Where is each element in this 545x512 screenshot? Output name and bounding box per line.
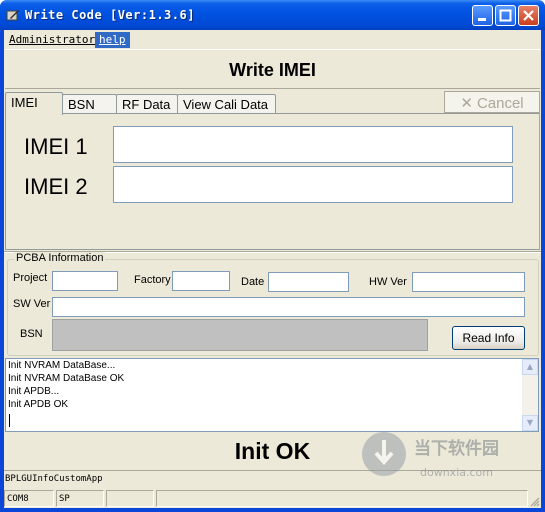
imei2-label: IMEI 2 — [24, 174, 88, 199]
hw-ver-field[interactable] — [412, 272, 525, 292]
close-icon — [523, 10, 534, 21]
log-output[interactable]: Init NVRAM DataBase... Init NVRAM DataBa… — [5, 358, 539, 432]
watermark-text: 当下软件园 — [414, 438, 499, 459]
factory-field[interactable] — [172, 271, 230, 291]
read-info-button[interactable]: Read Info — [452, 326, 525, 350]
pcba-info-group: PCBA Information Project Factory Date HW… — [7, 252, 539, 356]
maximize-button[interactable] — [495, 5, 516, 26]
factory-label: Factory — [134, 274, 171, 286]
imei1-input[interactable] — [113, 126, 513, 163]
cancel-label: Cancel — [476, 95, 524, 112]
page-title: Write IMEI — [229, 60, 316, 80]
app-icon — [6, 10, 19, 21]
scroll-up-arrow[interactable]: ▲ — [522, 359, 538, 375]
window-title: Write Code [Ver:1.3.6] — [25, 8, 195, 22]
status-port: COM8 — [4, 490, 54, 507]
watermark-logo: 当下软件园 downxia.com — [362, 432, 499, 479]
log-line: Init NVRAM DataBase OK — [8, 373, 125, 384]
tab-view-cali-data[interactable]: View Cali Data — [177, 94, 276, 114]
resize-grip-icon[interactable] — [528, 495, 540, 507]
bsn-field — [52, 319, 428, 351]
date-label: Date — [241, 276, 265, 288]
page-header: Write IMEI — [5, 49, 540, 89]
status-panel-empty — [106, 490, 154, 507]
imei1-label: IMEI 1 — [24, 134, 88, 159]
sw-ver-field[interactable] — [52, 297, 525, 317]
hw-ver-label: HW Ver — [369, 276, 407, 288]
tab-bsn[interactable]: BSN — [62, 94, 117, 114]
sw-ver-label: SW Ver — [13, 298, 51, 310]
project-label: Project — [13, 272, 48, 284]
log-line: Init APDB... — [8, 386, 60, 397]
log-line: Init APDB OK — [8, 399, 69, 410]
tab-imei[interactable]: IMEI — [5, 92, 63, 115]
status-bar: COM8 SP — [4, 488, 541, 508]
date-field[interactable] — [268, 272, 349, 292]
cancel-icon: ✕ — [460, 95, 473, 112]
tab-rf-data[interactable]: RF Data — [116, 94, 178, 114]
log-scrollbar[interactable]: ▲ ▼ — [522, 359, 538, 431]
imei2-input[interactable] — [113, 166, 513, 203]
cancel-button[interactable]: ✕ Cancel — [444, 91, 540, 113]
title-bar[interactable]: Write Code [Ver:1.3.6] — [0, 0, 545, 30]
status-panel-empty — [156, 490, 528, 507]
close-button[interactable] — [518, 5, 539, 26]
status-mode: SP — [56, 490, 104, 507]
watermark-url: downxia.com — [420, 466, 493, 479]
bsn-label: BSN — [20, 328, 43, 340]
text-caret — [9, 414, 10, 427]
project-field[interactable] — [52, 271, 118, 291]
log-line: Init NVRAM DataBase... — [8, 360, 116, 371]
minimize-button[interactable] — [472, 5, 493, 26]
menu-administrator[interactable]: Administrator — [5, 32, 99, 48]
maximize-icon — [499, 9, 512, 22]
menu-help[interactable]: help — [95, 32, 130, 48]
minimize-icon — [478, 18, 486, 21]
menu-bar: Administrator help — [4, 30, 541, 49]
pcba-info-legend: PCBA Information — [14, 252, 106, 264]
